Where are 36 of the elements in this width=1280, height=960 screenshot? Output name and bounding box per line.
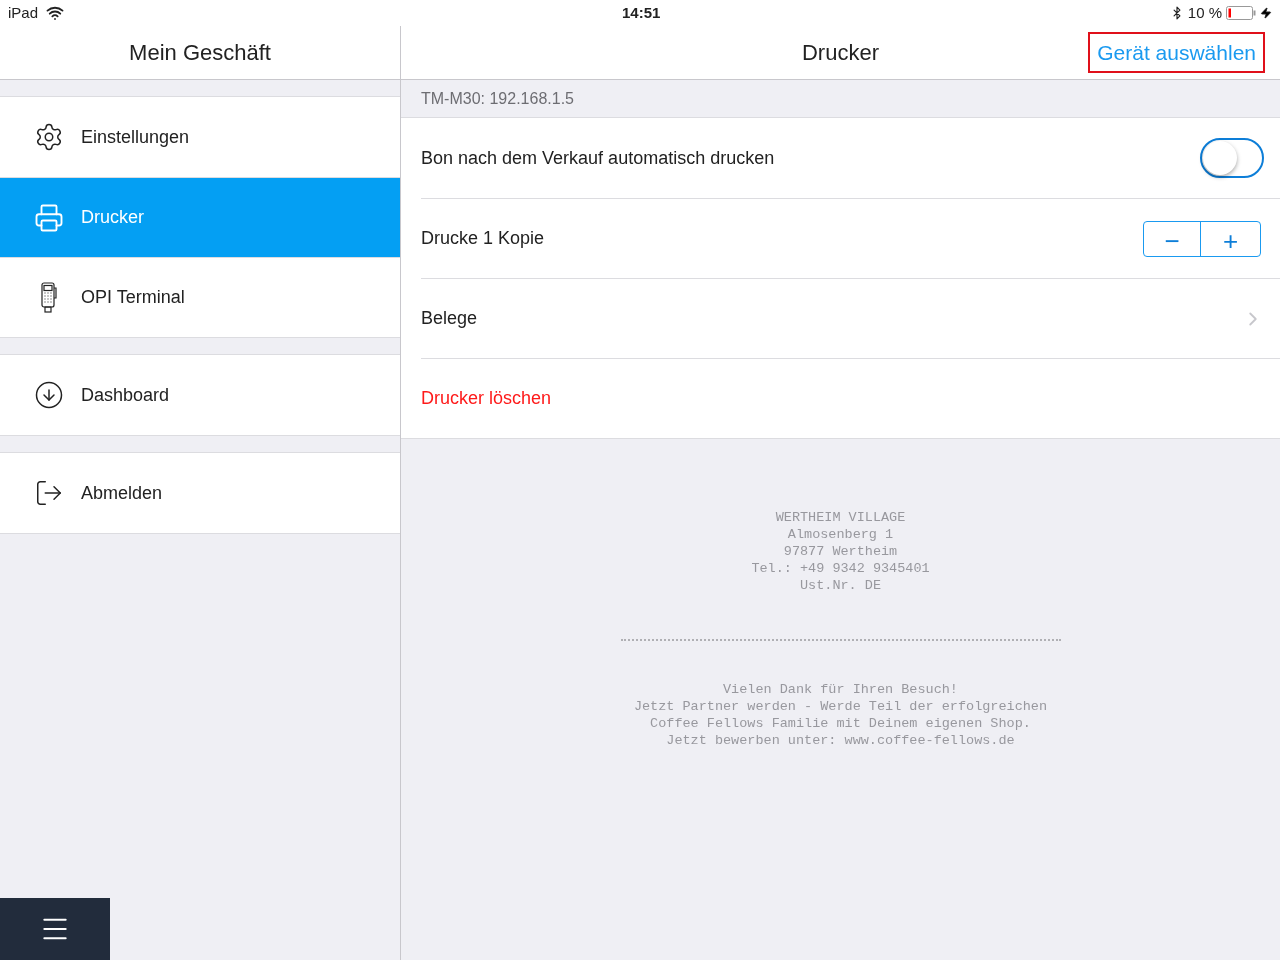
toggle-switch[interactable] [1200,138,1264,178]
receipt-line: Vielen Dank für Ihren Besuch! [723,681,958,698]
receipt-line: Jetzt Partner werden - Werde Teil der erfolgreichen [633,698,1048,715]
device-name: iPad [8,2,39,23]
charging-icon [1260,7,1272,19]
page-title: Drucker [802,39,879,67]
status-time: 14:51 [622,2,661,23]
sidebar-item[interactable]: Abmelden [0,453,400,533]
row-label: Drucke 1 Kopie [421,227,545,250]
row-label: Belege [421,307,478,330]
settings-icon [34,122,64,152]
logout-icon [34,478,64,508]
delete-printer-link[interactable]: Drucker löschen [421,385,552,412]
receipt-line: Almosenberg 1 [787,526,894,543]
select-device-button[interactable]: Gerät auswählen [1088,31,1265,74]
sidebar-item[interactable]: Einstellungen [0,97,400,177]
receipt-line: Coffee Fellows Familie mit Deinem eigenen Shop. [650,715,1031,732]
sidebar-item[interactable]: Dashboard [0,355,400,435]
increment-button[interactable]: + [1201,221,1260,256]
download-circle-icon [34,380,64,410]
receipt-line: Jetzt bewerben unter: www.coffee-fellows.de [666,732,1015,749]
receipt-line: WERTHEIM VILLAGE [775,509,906,526]
battery-icon [1226,6,1256,20]
card-terminal-icon [40,281,58,314]
receipt-line: Ust.Nr. DE [800,577,881,594]
printer-icon [34,202,64,233]
battery-percent: 10 % [1187,2,1222,23]
row-label: Bon nach dem Verkauf automatisch drucken [421,146,775,170]
sidebar-title: Mein Geschäft [129,39,271,67]
receipt-line: Tel.: +49 9342 9345401 [751,560,930,577]
section-header: TM-M30: 192.168.1.5 [421,88,574,109]
sidebar-item[interactable]: OPI Terminal [0,257,400,337]
decrement-button[interactable]: − [1144,221,1201,256]
receipt-line: 97877 Wertheim [783,543,898,560]
sidebar-item[interactable]: Drucker [0,177,400,257]
wifi-icon [46,4,65,22]
